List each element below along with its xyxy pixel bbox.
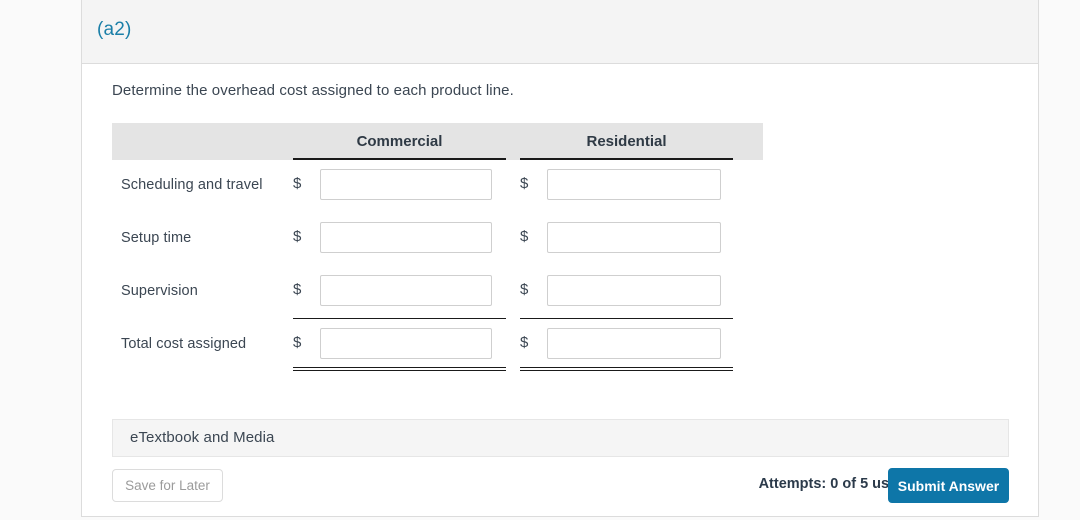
input-total-commercial[interactable] [320, 328, 492, 359]
input-total-residential[interactable] [547, 328, 721, 359]
table-row: Supervision $ $ [112, 266, 763, 319]
column-header-commercial: Commercial [293, 123, 506, 160]
currency-symbol-icon: $ [520, 228, 529, 245]
save-for-later-button[interactable]: Save for Later [112, 469, 223, 502]
etextbook-and-media-bar[interactable]: eTextbook and Media [112, 419, 1009, 457]
overhead-cost-table: Commercial Residential Scheduling and tr… [112, 123, 763, 372]
row-label-scheduling-and-travel: Scheduling and travel [121, 177, 263, 193]
question-panel: (a2) Determine the overhead cost assigne… [81, 0, 1039, 517]
input-scheduling-commercial[interactable] [320, 169, 492, 200]
row-label-setup-time: Setup time [121, 230, 192, 246]
input-setup-residential[interactable] [547, 222, 721, 253]
input-supervision-residential[interactable] [547, 275, 721, 306]
column-header-residential: Residential [520, 123, 733, 160]
currency-symbol-icon: $ [520, 175, 529, 192]
currency-symbol-icon: $ [293, 228, 302, 245]
row-label-total-cost-assigned: Total cost assigned [121, 336, 247, 352]
table-row: Setup time $ $ [112, 213, 763, 266]
etextbook-and-media-label: eTextbook and Media [130, 429, 275, 446]
row-label-supervision: Supervision [121, 283, 198, 299]
panel-header: (a2) [82, 0, 1038, 64]
input-supervision-commercial[interactable] [320, 275, 492, 306]
currency-symbol-icon: $ [520, 281, 529, 298]
input-scheduling-residential[interactable] [547, 169, 721, 200]
submit-answer-button[interactable]: Submit Answer [888, 468, 1009, 503]
currency-symbol-icon: $ [293, 175, 302, 192]
table-row: Total cost assigned $ $ [112, 319, 763, 372]
total-double-rule-residential [520, 367, 733, 371]
question-prompt: Determine the overhead cost assigned to … [112, 82, 514, 99]
table-header-row: Commercial Residential [112, 123, 763, 160]
total-double-rule-commercial [293, 367, 506, 371]
panel-body: Determine the overhead cost assigned to … [82, 64, 1038, 517]
attempts-status: Attempts: 0 of 5 used [758, 476, 906, 492]
currency-symbol-icon: $ [520, 334, 529, 351]
currency-symbol-icon: $ [293, 281, 302, 298]
input-setup-commercial[interactable] [320, 222, 492, 253]
part-label: (a2) [97, 19, 132, 40]
currency-symbol-icon: $ [293, 334, 302, 351]
table-row: Scheduling and travel $ $ [112, 160, 763, 213]
